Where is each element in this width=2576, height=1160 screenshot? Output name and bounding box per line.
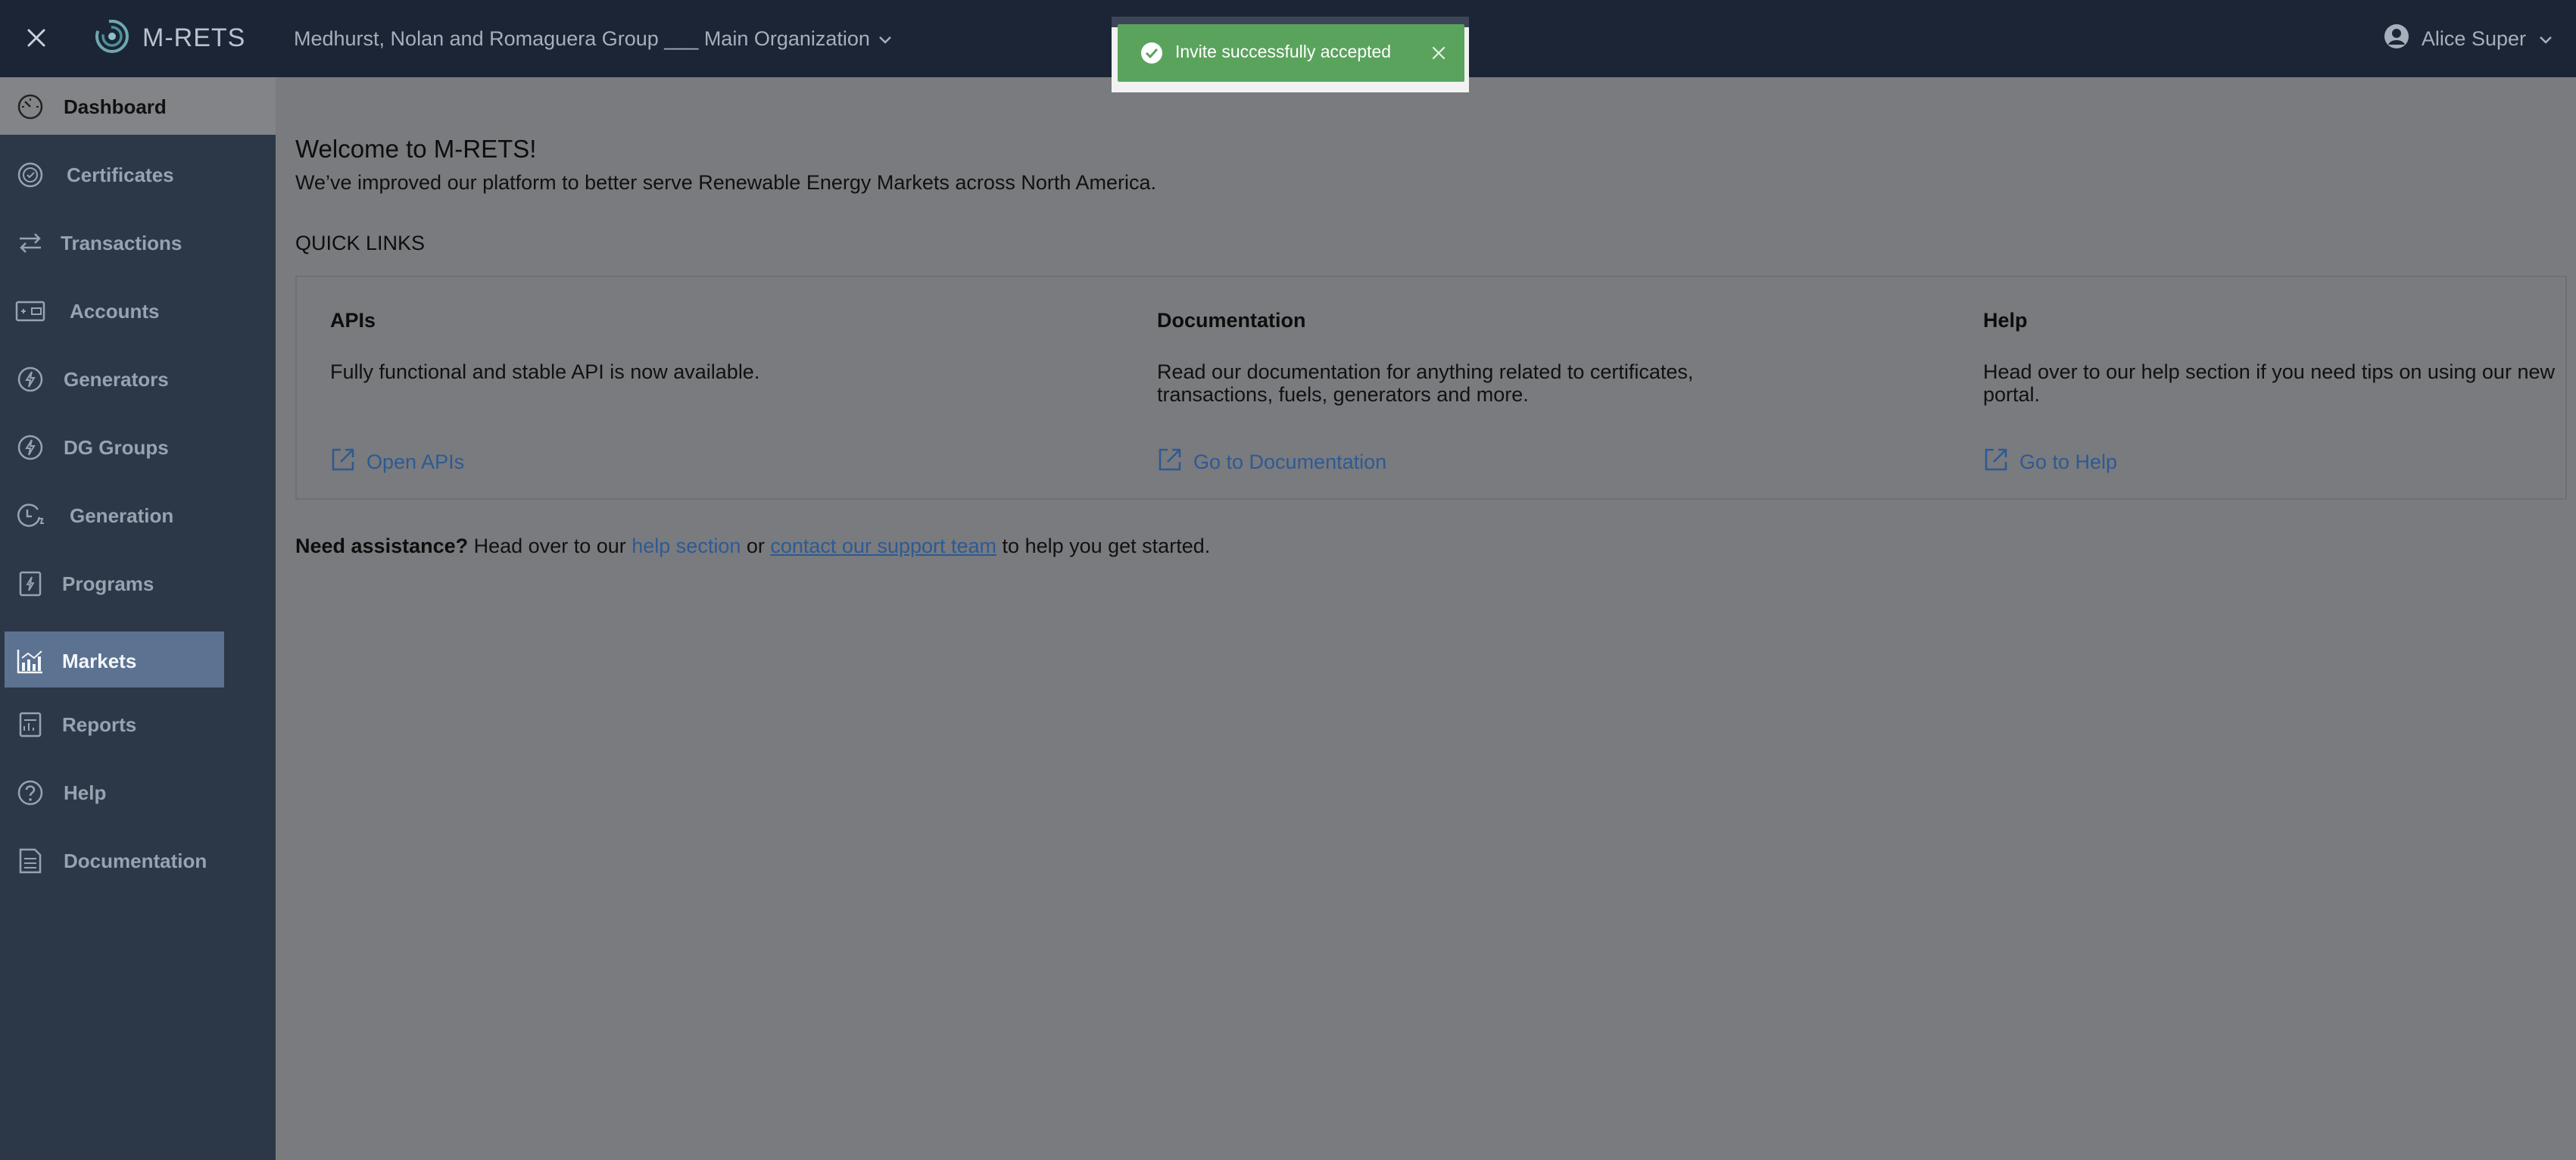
quick-link-documentation: Documentation Read our documentation for… [1157,277,1914,501]
assistance-bold: Need assistance? [295,535,469,557]
sidebar-item-label: Help [64,781,107,804]
sidebar-item-help[interactable]: Help [0,763,276,821]
sidebar-item-label: Documentation [64,850,207,872]
go-to-help-link[interactable]: Go to Help [1983,447,2117,478]
market-chart-icon [15,646,45,676]
sidebar-item-documentation[interactable]: Documentation [0,831,276,889]
open-apis-link[interactable]: Open APIs [330,447,464,478]
sidebar-item-label: Reports [62,713,137,736]
sidebar-item-label: Transactions [61,232,182,254]
documentation-icon [15,846,45,876]
help-circle-icon [15,778,45,808]
transfer-arrows-icon [15,228,45,258]
external-link-icon [1157,447,1183,478]
link-label: Open APIs [366,451,465,473]
assistance-text-part: Head over to our [468,535,632,557]
help-section-link[interactable]: help section [632,535,741,557]
quick-link-heading: Help [1983,309,2028,332]
sidebar-item-label: Programs [62,572,154,595]
sidebar-item-dashboard[interactable]: Dashboard [0,77,276,135]
link-label: Go to Documentation [1193,451,1387,473]
external-link-icon [330,447,356,478]
sidebar-item-generation[interactable]: Generation [0,486,276,544]
sidebar-item-markets[interactable]: Markets [5,631,224,688]
certificate-badge-icon [15,160,45,190]
toast-message: Invite successfully accepted [1175,42,1392,61]
quick-link-desc-line: portal. [1983,383,2041,406]
assistance-text-part: or [741,535,771,557]
page-subtitle: We’ve improved our platform to better se… [295,171,1156,194]
go-to-documentation-link[interactable]: Go to Documentation [1157,447,1386,478]
user-menu[interactable]: Alice Super [2384,21,2553,56]
quick-link-apis: APIs Fully functional and stable API is … [330,277,1087,501]
program-doc-icon [15,569,45,599]
check-circle-icon [1140,42,1163,64]
quick-link-desc-line: Fully functional and stable API is now a… [330,360,760,383]
main-content: Welcome to M-RETS! We’ve improved our pl… [276,77,2576,1160]
quick-link-desc-line: Head over to our help section if you nee… [1983,360,2555,383]
sidebar-item-label: Markets [62,650,137,672]
page-title: Welcome to M-RETS! [295,135,537,163]
sidebar-item-label: Generation [70,504,174,527]
quick-links-panel: APIs Fully functional and stable API is … [295,276,2567,500]
link-label: Go to Help [2019,451,2118,473]
sidebar: Dashboard Certificates Transactions Acco… [0,77,276,1160]
external-link-icon [1983,447,2009,478]
bolt-circle-icon [15,364,45,394]
quick-link-description: Read our documentation for anything rela… [1157,360,1693,406]
user-circle-icon [2384,23,2409,55]
generation-clock-icon [15,500,45,531]
organization-select[interactable]: Medhurst, Nolan and Romaguera Group ___ … [294,23,893,55]
brand-logo-icon [92,17,132,60]
organization-name: Medhurst, Nolan and Romaguera Group ___ … [294,27,870,50]
quick-link-heading: APIs [330,309,376,332]
sidebar-item-label: Certificates [67,164,174,186]
sidebar-item-label: Generators [64,368,169,391]
sidebar-item-generators[interactable]: Generators [0,350,276,407]
quick-link-description: Fully functional and stable API is now a… [330,360,759,383]
sidebar-item-reports[interactable]: Reports [0,695,276,753]
chevron-down-icon [878,27,893,51]
brand[interactable]: M-RETS [92,17,245,59]
brand-name: M-RETS [142,23,246,52]
contact-support-link[interactable]: contact our support team [770,535,996,557]
sidebar-item-accounts[interactable]: Accounts [0,282,276,339]
success-toast: Invite successfully accepted [1118,24,1464,82]
sidebar-item-programs[interactable]: Programs [0,554,276,612]
quick-link-desc-line: transactions, fuels, generators and more… [1157,383,1529,406]
quick-link-desc-line: Read our documentation for anything rela… [1157,360,1694,383]
sidebar-item-certificates[interactable]: Certificates [0,145,276,203]
bolt-circle-icon [15,432,45,463]
wallet-icon [15,296,45,326]
assistance-text-part: to help you get started. [996,535,1211,557]
sidebar-item-label: Accounts [70,300,160,323]
quick-link-description: Head over to our help section if you nee… [1983,360,2555,406]
quick-links-heading: QUICK LINKS [295,232,426,254]
close-icon[interactable] [1428,42,1449,64]
sidebar-item-label: Dashboard [64,95,167,118]
quick-link-heading: Documentation [1157,309,1306,332]
chevron-down-icon [2538,27,2553,51]
sidebar-item-label: DG Groups [64,436,169,459]
user-name: Alice Super [2421,27,2526,50]
sidebar-item-dg-groups[interactable]: DG Groups [0,418,276,476]
close-icon[interactable] [21,23,51,53]
quick-link-help: Help Head over to our help section if yo… [1983,277,2559,501]
report-doc-icon [15,709,45,740]
dashboard-gauge-icon [15,92,45,122]
sidebar-item-transactions[interactable]: Transactions [0,214,276,271]
assistance-text: Need assistance? Head over to our help s… [295,535,1210,558]
